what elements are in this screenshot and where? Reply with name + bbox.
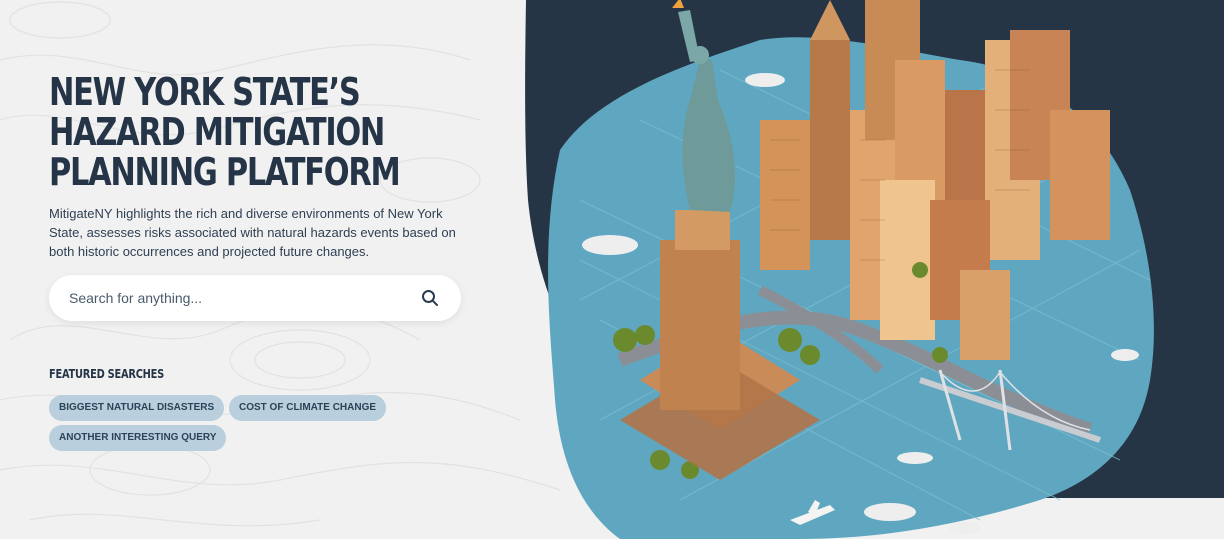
- search-icon[interactable]: [419, 287, 441, 309]
- title-line-2: HAZARD MITIGATION: [49, 110, 385, 154]
- search-bar: [49, 275, 461, 321]
- chip-biggest-natural-disasters[interactable]: BIGGEST NATURAL DISASTERS: [49, 395, 225, 421]
- featured-searches-heading: FEATURED SEARCHES: [49, 367, 164, 381]
- chip-cost-of-climate-change[interactable]: COST OF CLIMATE CHANGE: [229, 395, 387, 421]
- page-title: NEW YORK STATE’S HAZARD MITIGATION PLANN…: [49, 72, 449, 192]
- title-line-1: NEW YORK STATE’S: [49, 70, 361, 114]
- title-line-3: PLANNING PLATFORM: [49, 150, 401, 194]
- hero-description: MitigateNY highlights the rich and diver…: [49, 206, 456, 259]
- featured-searches: FEATURED SEARCHES BIGGEST NATURAL DISAST…: [49, 367, 469, 451]
- search-input[interactable]: [69, 290, 419, 306]
- hero-text: NEW YORK STATE’S HAZARD MITIGATION PLANN…: [49, 72, 469, 259]
- chip-another-interesting-query[interactable]: ANOTHER INTERESTING QUERY: [49, 425, 227, 451]
